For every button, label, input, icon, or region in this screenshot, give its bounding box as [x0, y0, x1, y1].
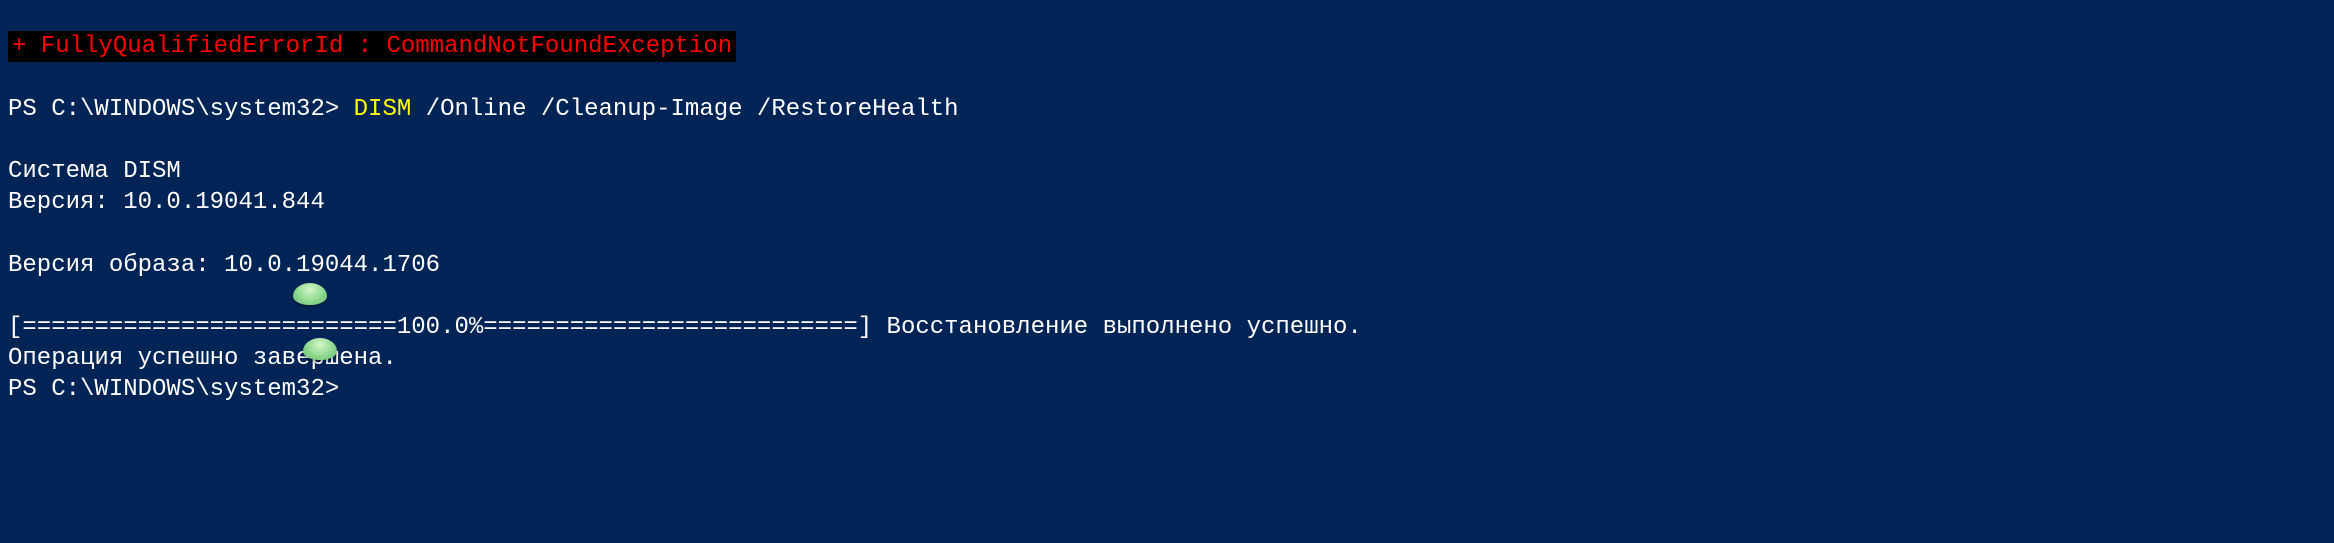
prompt-path: PS C:\WINDOWS\system32>	[8, 96, 354, 123]
dism-operation-complete: Операция успешно завершена.	[8, 345, 397, 372]
dism-image-version: Версия образа: 10.0.19044.1706	[8, 252, 440, 279]
dism-title: Система DISM	[8, 158, 181, 185]
prompt-path-2: PS C:\WINDOWS\system32>	[8, 376, 339, 403]
dism-progress: [==========================100.0%=======…	[8, 314, 1362, 341]
powershell-terminal[interactable]: + FullyQualifiedErrorId : CommandNotFoun…	[0, 0, 2334, 405]
command-name: DISM	[354, 96, 412, 123]
error-line: + FullyQualifiedErrorId : CommandNotFoun…	[8, 31, 736, 62]
command-args: /Online /Cleanup-Image /RestoreHealth	[411, 96, 958, 123]
dism-version: Версия: 10.0.19041.844	[8, 189, 325, 216]
